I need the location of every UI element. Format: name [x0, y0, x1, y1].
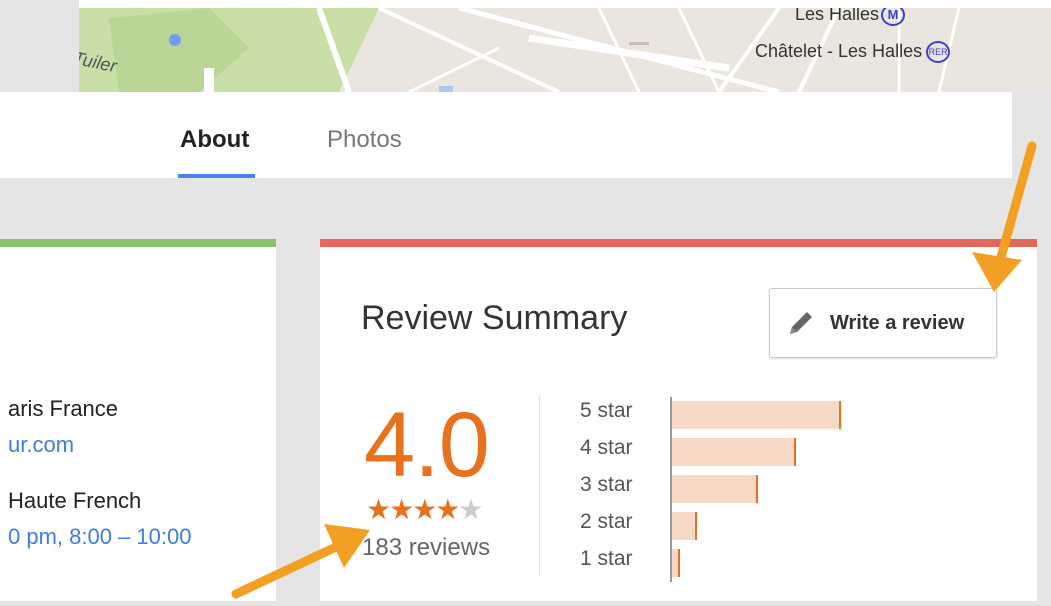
- distribution-label: 5 star: [580, 399, 633, 422]
- distribution-bar: [672, 401, 841, 429]
- distribution-bar: [672, 438, 796, 466]
- distribution-bar: [672, 549, 680, 577]
- review-summary-card: Review Summary Write a review 4.0 ★★★★★ …: [320, 239, 1037, 601]
- distribution-label: 2 star: [580, 510, 633, 533]
- active-tab-indicator: [178, 174, 255, 178]
- website-link[interactable]: ur.com: [8, 432, 74, 458]
- summary-divider: [539, 395, 540, 575]
- tab-bar: About Photos: [0, 92, 1012, 178]
- distribution-bar: [672, 512, 697, 540]
- review-summary-title: Review Summary: [361, 299, 628, 337]
- distribution-bar: [672, 475, 758, 503]
- address-text: aris France: [8, 396, 119, 421]
- category-text: Haute French: [8, 488, 142, 513]
- review-count-link[interactable]: 183 reviews: [362, 534, 490, 562]
- distribution-label: 3 star: [580, 473, 633, 496]
- distribution-label: 1 star: [580, 547, 633, 570]
- distribution-label: 4 star: [580, 436, 633, 459]
- average-rating: 4.0: [364, 394, 490, 496]
- rer-icon: RER: [926, 41, 951, 64]
- star-rating: ★★★★★: [366, 493, 484, 526]
- tab-photos[interactable]: Photos: [327, 126, 402, 154]
- annotation-arrow-icon: [972, 141, 1037, 292]
- chatelet-text: Châtelet - Les Halles: [755, 41, 923, 61]
- annotation-arrow-icon: [231, 524, 370, 599]
- tab-about[interactable]: About: [180, 126, 249, 154]
- les-halles-text: Les Halles: [795, 4, 880, 24]
- hours-link[interactable]: 0 pm, 8:00 – 10:00: [8, 524, 191, 550]
- map-preview[interactable]: Tuiler Les Halles M Châtelet - Les Halles…: [79, 0, 1051, 92]
- pencil-icon: [790, 312, 812, 334]
- empty-star-icon: ★: [458, 494, 483, 525]
- metro-icon: M: [881, 8, 906, 27]
- map-label-chatelet: Châtelet - Les Halles RER: [755, 41, 951, 64]
- map-label-les-halles: Les Halles M: [795, 4, 906, 27]
- write-review-label: Write a review: [830, 311, 965, 334]
